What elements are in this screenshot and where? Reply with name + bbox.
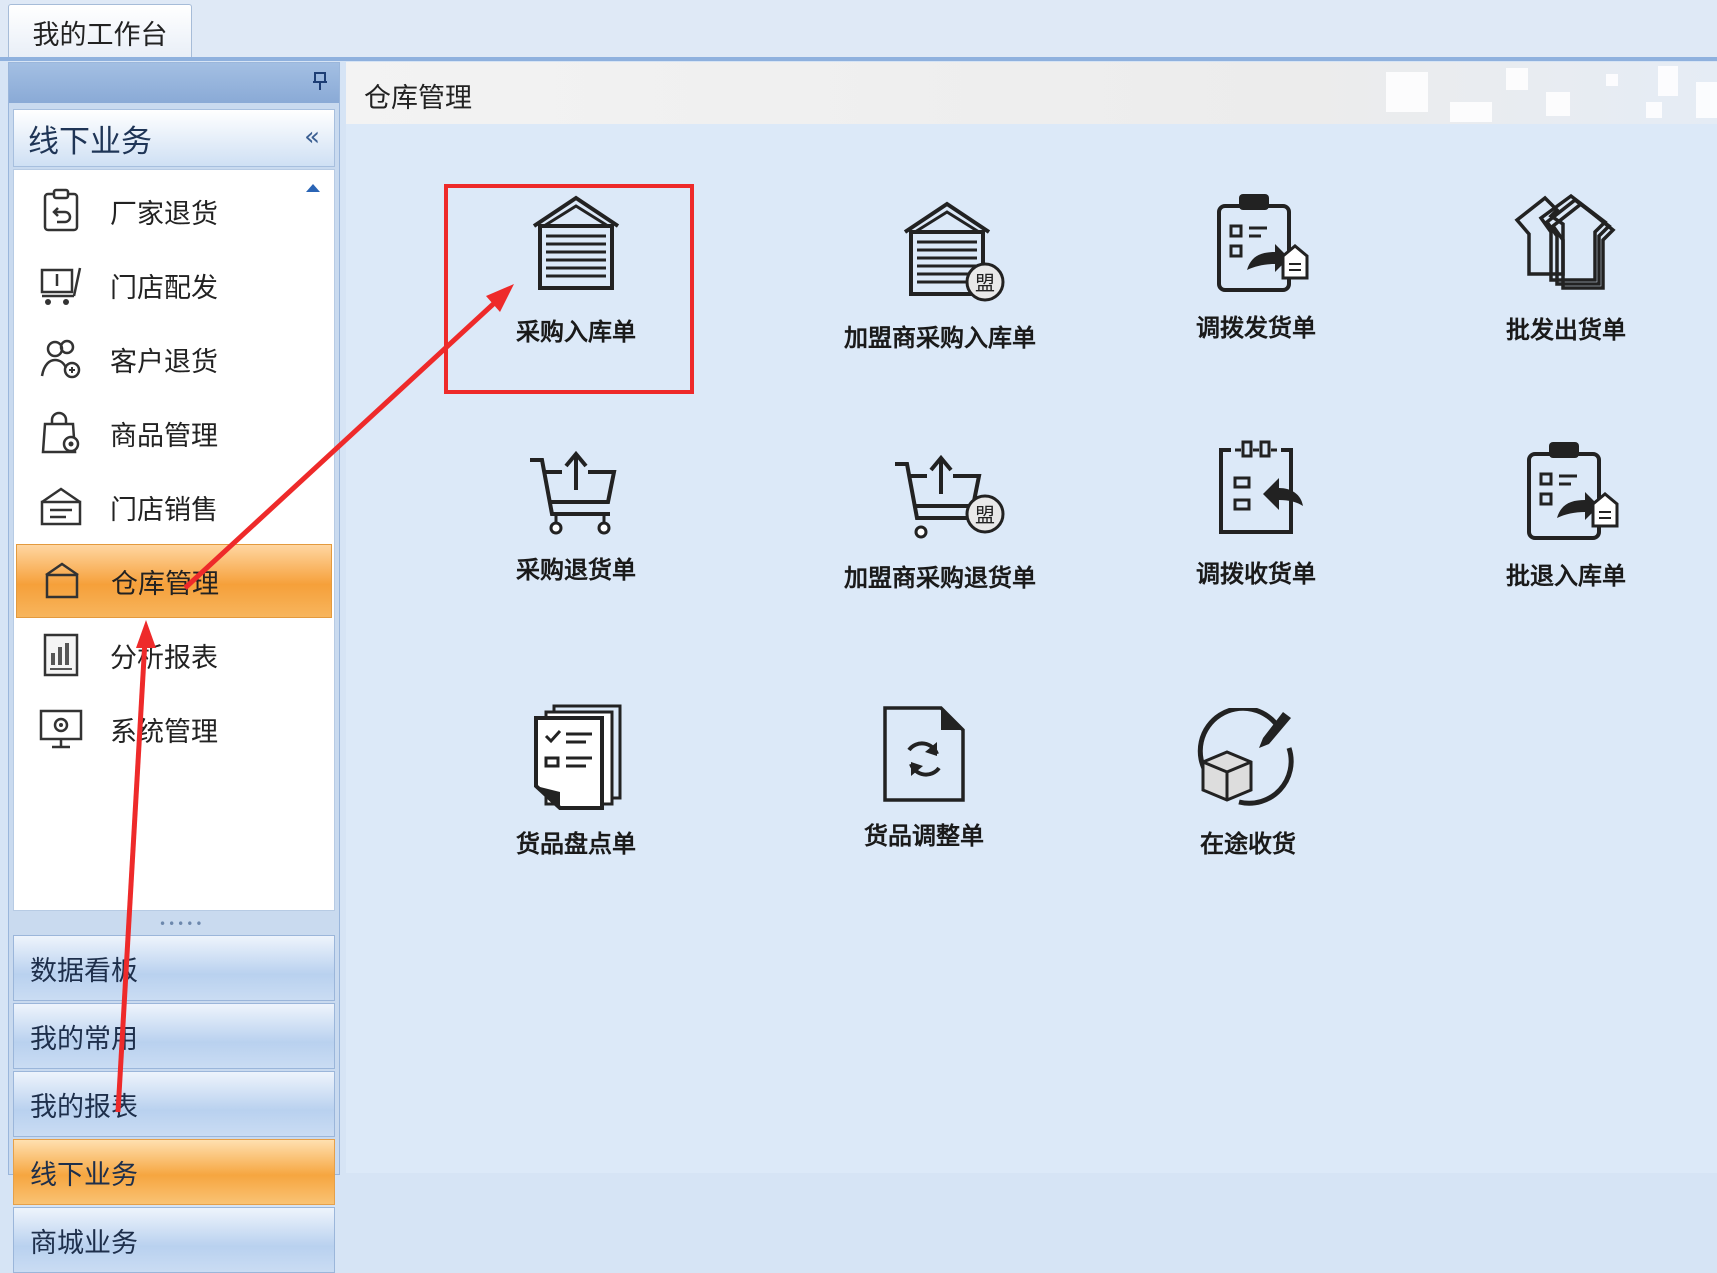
- tile-label: 货品盘点单: [516, 830, 636, 858]
- tile-label: 调拨发货单: [1196, 314, 1316, 342]
- checklist-stack-icon: [534, 704, 622, 810]
- franchise-badge: 盟: [975, 503, 995, 527]
- warehouse-door-franchise-icon: 盟: [903, 201, 1005, 302]
- monitor-gear-icon: [34, 702, 88, 756]
- tile-label: 在途收货: [1200, 830, 1296, 858]
- tile-transfer-receipt[interactable]: 调拨收货单: [1106, 432, 1406, 662]
- sidebar-item-customer-return[interactable]: 客户退货: [16, 322, 332, 396]
- clipboard-return-in-icon: [1527, 442, 1619, 540]
- return-clipboard-icon: [34, 184, 88, 238]
- header-decoration: [1606, 74, 1618, 86]
- sidebar-item-label: 门店销售: [110, 494, 218, 526]
- header-decoration: [1506, 68, 1528, 90]
- tile-label: 调拨收货单: [1196, 560, 1316, 588]
- sidebar-item-label: 厂家退货: [110, 198, 218, 230]
- pin-icon[interactable]: [311, 71, 329, 93]
- stacked-houses-icon: [1514, 193, 1616, 290]
- tile-goods-adjustment[interactable]: 货品调整单: [774, 704, 1074, 934]
- tile-label: 加盟商采购入库单: [844, 324, 1036, 352]
- sidebar-section-title: 线下业务 «: [13, 109, 335, 167]
- sidebar-item-warehouse-management[interactable]: 仓库管理: [16, 544, 332, 618]
- main-header: 仓库管理: [346, 62, 1717, 124]
- warehouse-icon: [35, 554, 89, 608]
- header-decoration: [1546, 92, 1570, 116]
- sidebar-item-store-sales[interactable]: 门店销售: [16, 470, 332, 544]
- sidebar-item-label: 客户退货: [110, 346, 218, 378]
- sidebar-item-label: 仓库管理: [111, 568, 219, 600]
- tab-rule: [0, 57, 1717, 61]
- header-decoration: [1450, 102, 1492, 122]
- header-decoration: [1646, 102, 1662, 118]
- clipboard-receive-icon: [1219, 440, 1303, 534]
- cart-upload-icon: [530, 450, 617, 535]
- tile-stocktake[interactable]: 货品盘点单: [426, 702, 726, 932]
- franchise-badge: 盟: [975, 271, 995, 295]
- bag-gear-icon: [34, 406, 88, 460]
- top-tab-bar: 我的工作台: [0, 0, 1717, 61]
- clipboard-transfer-out-icon: [1217, 194, 1309, 292]
- header-decoration: [1696, 82, 1717, 118]
- sidebar-title-label: 线下业务: [28, 123, 152, 160]
- store-sales-icon: [34, 480, 88, 534]
- sidebar-item-label: 商品管理: [110, 420, 218, 452]
- tile-label: 货品调整单: [864, 822, 984, 850]
- tile-label: 批发出货单: [1506, 316, 1626, 344]
- document-refresh-icon: [883, 706, 965, 802]
- tile-label: 采购退货单: [516, 556, 636, 584]
- tile-label: 加盟商采购退货单: [844, 564, 1036, 592]
- stack-button-data-dashboard[interactable]: 数据看板: [13, 935, 335, 1001]
- tile-label: 批退入库单: [1506, 562, 1626, 590]
- stack-button-my-reports[interactable]: 我的报表: [13, 1071, 335, 1137]
- sidebar-item-product-management[interactable]: 商品管理: [16, 396, 332, 470]
- sidebar: 线下业务 « 厂家退货 门店配发 客户退货 商品管理 门店销售 仓库管理 分析报…: [8, 62, 340, 1273]
- splitter-grip[interactable]: •••••: [159, 917, 204, 931]
- tile-in-transit-receipt[interactable]: 在途收货: [1098, 708, 1398, 938]
- tile-transfer-shipment[interactable]: 调拨发货单: [1106, 186, 1406, 416]
- header-decoration: [1658, 66, 1678, 96]
- highlight-box: [444, 184, 694, 394]
- cart-upload-franchise-icon: 盟: [895, 454, 1005, 539]
- tile-wholesale-return-inbound[interactable]: 批退入库单: [1416, 434, 1716, 664]
- sidebar-item-vendor-return[interactable]: 厂家退货: [16, 174, 332, 248]
- page-title: 仓库管理: [364, 83, 472, 114]
- sidebar-item-label: 分析报表: [110, 642, 218, 674]
- header-decoration: [1386, 72, 1428, 112]
- customer-return-icon: [34, 332, 88, 386]
- stack-button-mall-business[interactable]: 商城业务: [13, 1207, 335, 1273]
- sidebar-nav-list: 厂家退货 门店配发 客户退货 商品管理 门店销售 仓库管理 分析报表 系统管理: [13, 169, 335, 911]
- sidebar-item-system-management[interactable]: 系统管理: [16, 692, 332, 766]
- stack-button-offline-business[interactable]: 线下业务: [13, 1139, 335, 1205]
- sidebar-header: [9, 63, 339, 103]
- tile-purchase-return[interactable]: 采购退货单: [426, 448, 726, 678]
- box-transit-icon: [1197, 708, 1294, 806]
- tile-franchise-purchase-return[interactable]: 盟 加盟商采购退货单: [790, 452, 1090, 682]
- tab-my-workbench[interactable]: 我的工作台: [8, 4, 192, 59]
- stack-button-my-favorites[interactable]: 我的常用: [13, 1003, 335, 1069]
- tile-franchise-purchase-inbound[interactable]: 盟 加盟商采购入库单: [790, 196, 1090, 426]
- sidebar-item-store-distribution[interactable]: 门店配发: [16, 248, 332, 322]
- sidebar-item-label: 系统管理: [110, 716, 218, 748]
- report-chart-icon: [34, 628, 88, 682]
- sidebar-item-analysis-report[interactable]: 分析报表: [16, 618, 332, 692]
- cart-distribute-icon: [34, 258, 88, 312]
- tile-wholesale-shipment[interactable]: 批发出货单: [1416, 188, 1716, 418]
- collapse-double-chevron-icon[interactable]: «: [304, 122, 320, 152]
- sidebar-item-label: 门店配发: [110, 272, 218, 304]
